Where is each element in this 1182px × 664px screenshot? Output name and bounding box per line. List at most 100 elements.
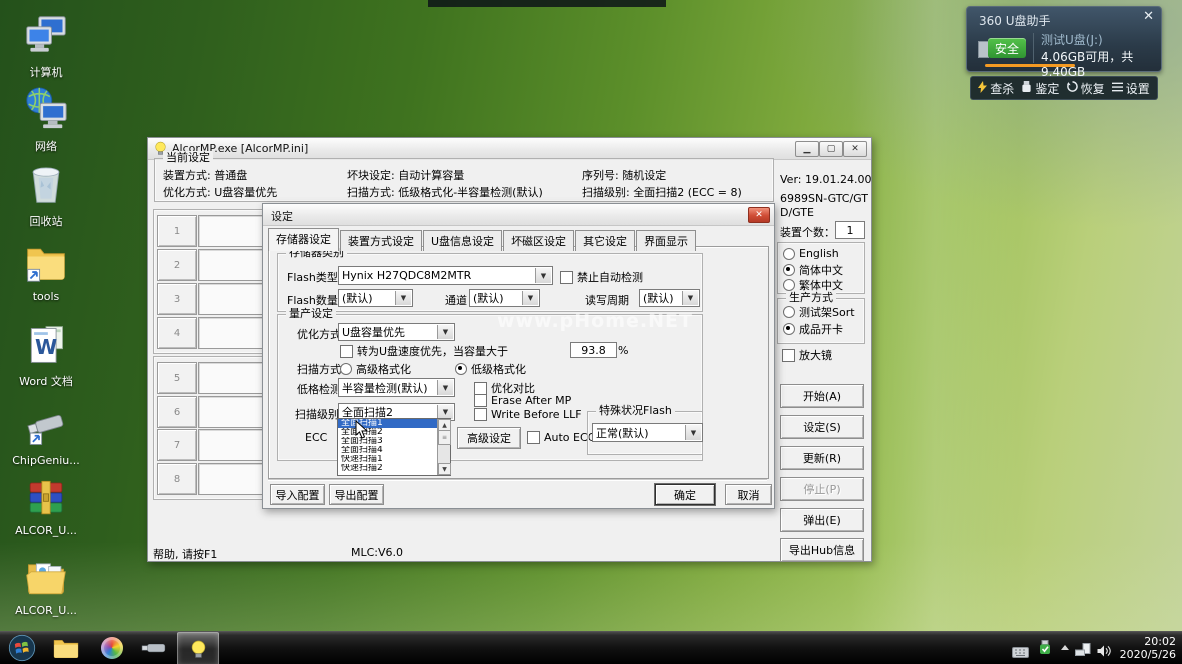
tab-other[interactable]: 其它设定 <box>575 230 636 251</box>
minimize-button[interactable]: ▁ <box>795 141 819 157</box>
tab-bad-sector[interactable]: 坏磁区设定 <box>503 230 575 251</box>
tab-memory-settings[interactable]: 存储器设定 <box>268 228 339 251</box>
network-tray-icon[interactable] <box>1075 641 1091 660</box>
chevron-down-icon[interactable]: ▼ <box>395 291 411 305</box>
chevron-down-icon[interactable]: ▼ <box>535 268 551 283</box>
dialog-tabs: 存储器设定 装置方式设定 U盘信息设定 坏磁区设定 其它设定 界面显示 <box>268 228 697 251</box>
input-method-icon[interactable] <box>1012 643 1029 662</box>
dropdown-option[interactable]: 快速扫描1 <box>338 455 450 464</box>
start-button[interactable]: 开始(A) <box>780 384 864 408</box>
desktop-icon-alcor-folder[interactable]: ALCOR_U... <box>6 556 86 617</box>
safety-badge: 安全 <box>988 38 1026 58</box>
llf-detect-combo[interactable]: 半容量检测(默认) ▼ <box>338 378 455 397</box>
speed-priority-checkbox[interactable]: 转为U盘速度优先，当容量大于 <box>340 343 508 359</box>
refresh-button[interactable]: 更新(R) <box>780 446 864 470</box>
rw-cycle-combo[interactable]: (默认) ▼ <box>639 289 700 307</box>
panel-360-usb-helper: 360 U盘助手 ✕ 安全 测试U盘(J:) 4.06GB可用，共9.40GB … <box>966 6 1162 102</box>
chevron-down-icon[interactable]: ▼ <box>437 405 453 419</box>
desktop-icon-word-doc[interactable]: W Word 文档 <box>6 323 86 389</box>
port-button-2[interactable]: 2 <box>157 249 197 281</box>
taskbar-usb-tool-button[interactable] <box>134 632 174 664</box>
radio-simplified-chinese[interactable]: 简体中文 <box>783 262 843 278</box>
maximize-button[interactable]: ▢ <box>819 141 843 157</box>
window-titlebar[interactable]: AlcorMP.exe [AlcorMP.ini] ▁ ▢ ✕ <box>148 138 871 160</box>
start-button[interactable] <box>5 632 39 664</box>
port-progress-panel <box>198 317 266 349</box>
port-button-6[interactable]: 6 <box>157 396 197 428</box>
port-button-5[interactable]: 5 <box>157 362 197 394</box>
scroll-down-icon[interactable]: ▼ <box>438 463 451 475</box>
panel-360-title: 360 U盘助手 <box>979 14 1051 28</box>
hidden-icons-arrow[interactable] <box>1061 645 1069 650</box>
taskbar-browser-button[interactable] <box>92 632 132 664</box>
flash-count-combo[interactable]: (默认) ▼ <box>338 289 413 307</box>
volume-icon[interactable] <box>1097 642 1111 661</box>
desktop-icon-alcor-archive[interactable]: ALCOR_U... <box>6 478 86 537</box>
identify-button[interactable]: 鉴定 <box>1021 80 1059 97</box>
dropdown-scrollbar[interactable]: ▲ ≡ ▼ <box>437 419 451 475</box>
panel-360-actions: 查杀 鉴定 恢复 设置 <box>970 76 1158 100</box>
tab-device-mode[interactable]: 装置方式设定 <box>340 230 422 251</box>
dialog-titlebar[interactable]: 设定 ✕ <box>263 204 774 226</box>
port-button-7[interactable]: 7 <box>157 429 197 461</box>
scroll-thumb[interactable]: ≡ <box>438 430 451 445</box>
desktop-icon-computer[interactable]: 计算机 <box>6 14 86 80</box>
write-before-llf-checkbox[interactable]: Write Before LLF <box>474 408 582 421</box>
chevron-down-icon[interactable]: ▼ <box>437 325 453 339</box>
radio-test-sort[interactable]: 测试架Sort <box>783 304 855 320</box>
port-button-1[interactable]: 1 <box>157 215 197 247</box>
scan-button[interactable]: 查杀 <box>978 80 1014 97</box>
action-label: 恢复 <box>1080 81 1105 96</box>
dropdown-option[interactable]: 全面扫描4 <box>338 446 450 455</box>
clock-time: 20:02 <box>1144 635 1176 648</box>
close-icon[interactable]: ✕ <box>1143 9 1154 24</box>
settings-button[interactable]: 设定(S) <box>780 415 864 439</box>
flash-type-combo[interactable]: Hynix H27QDC8M2MTR ▼ <box>338 266 553 285</box>
port-button-8[interactable]: 8 <box>157 463 197 495</box>
radio-low-format[interactable]: 低级格式化 <box>455 361 526 377</box>
dialog-close-button[interactable]: ✕ <box>748 207 770 223</box>
setting-badblock: 坏块设定: 自动计算容量 <box>347 169 465 182</box>
radio-high-format[interactable]: 高级格式化 <box>340 361 411 377</box>
radio-finished-card[interactable]: 成品开卡 <box>783 321 843 337</box>
export-hub-button[interactable]: 导出Hub信息 <box>780 538 864 562</box>
desktop-icon-network[interactable]: 网络 <box>6 86 86 154</box>
desktop-icon-tools[interactable]: tools <box>6 240 86 303</box>
desktop-icon-recycle-bin[interactable]: 回收站 <box>6 161 86 229</box>
chevron-down-icon[interactable]: ▼ <box>685 425 701 440</box>
cancel-button[interactable]: 取消 <box>725 484 772 505</box>
import-config-button[interactable]: 导入配置 <box>270 484 325 505</box>
eject-button[interactable]: 弹出(E) <box>780 508 864 532</box>
advanced-settings-button[interactable]: 高级设定 <box>457 427 521 449</box>
special-flash-combo[interactable]: 正常(默认) ▼ <box>592 423 703 442</box>
chevron-down-icon[interactable]: ▼ <box>437 380 453 395</box>
settings-button[interactable]: 设置 <box>1111 80 1150 97</box>
port-progress-panel <box>198 463 266 495</box>
port-button-4[interactable]: 4 <box>157 317 197 349</box>
erase-after-mp-checkbox[interactable]: Erase After MP <box>474 394 571 407</box>
tab-ui-display[interactable]: 界面显示 <box>636 230 697 251</box>
capacity-bar <box>985 64 1075 67</box>
port-button-3[interactable]: 3 <box>157 283 197 315</box>
close-button[interactable]: ✕ <box>843 141 867 157</box>
chevron-down-icon[interactable]: ▼ <box>682 291 698 305</box>
restore-button[interactable]: 恢复 <box>1066 80 1105 97</box>
chevron-down-icon[interactable]: ▼ <box>522 291 538 305</box>
radio-english[interactable]: English <box>783 247 839 260</box>
safely-remove-usb-icon[interactable] <box>1038 640 1052 659</box>
ok-button[interactable]: 确定 <box>655 484 715 505</box>
disable-autodetect-checkbox[interactable]: 禁止自动检测 <box>560 269 643 285</box>
channel-combo[interactable]: (默认) ▼ <box>469 289 540 307</box>
taskbar-clock[interactable]: 20:02 2020/5/26 <box>1114 635 1176 661</box>
taskbar-explorer-button[interactable] <box>44 632 88 664</box>
dropdown-option[interactable]: 快速扫描2 <box>338 464 450 473</box>
magnifier-checkbox[interactable]: 放大镜 <box>782 347 832 363</box>
device-count-field[interactable]: 1 <box>835 221 865 239</box>
desktop-icon-chipgenius[interactable]: ChipGeniu... <box>6 406 86 467</box>
taskbar-alcormp-button[interactable] <box>177 632 219 664</box>
capacity-threshold-field[interactable]: 93.8 <box>570 342 617 358</box>
auto-ecc-checkbox[interactable]: Auto ECC <box>527 431 595 444</box>
optimize-combo[interactable]: U盘容量优先 ▼ <box>338 323 455 341</box>
tab-usb-info[interactable]: U盘信息设定 <box>423 230 503 251</box>
export-config-button[interactable]: 导出配置 <box>329 484 384 505</box>
